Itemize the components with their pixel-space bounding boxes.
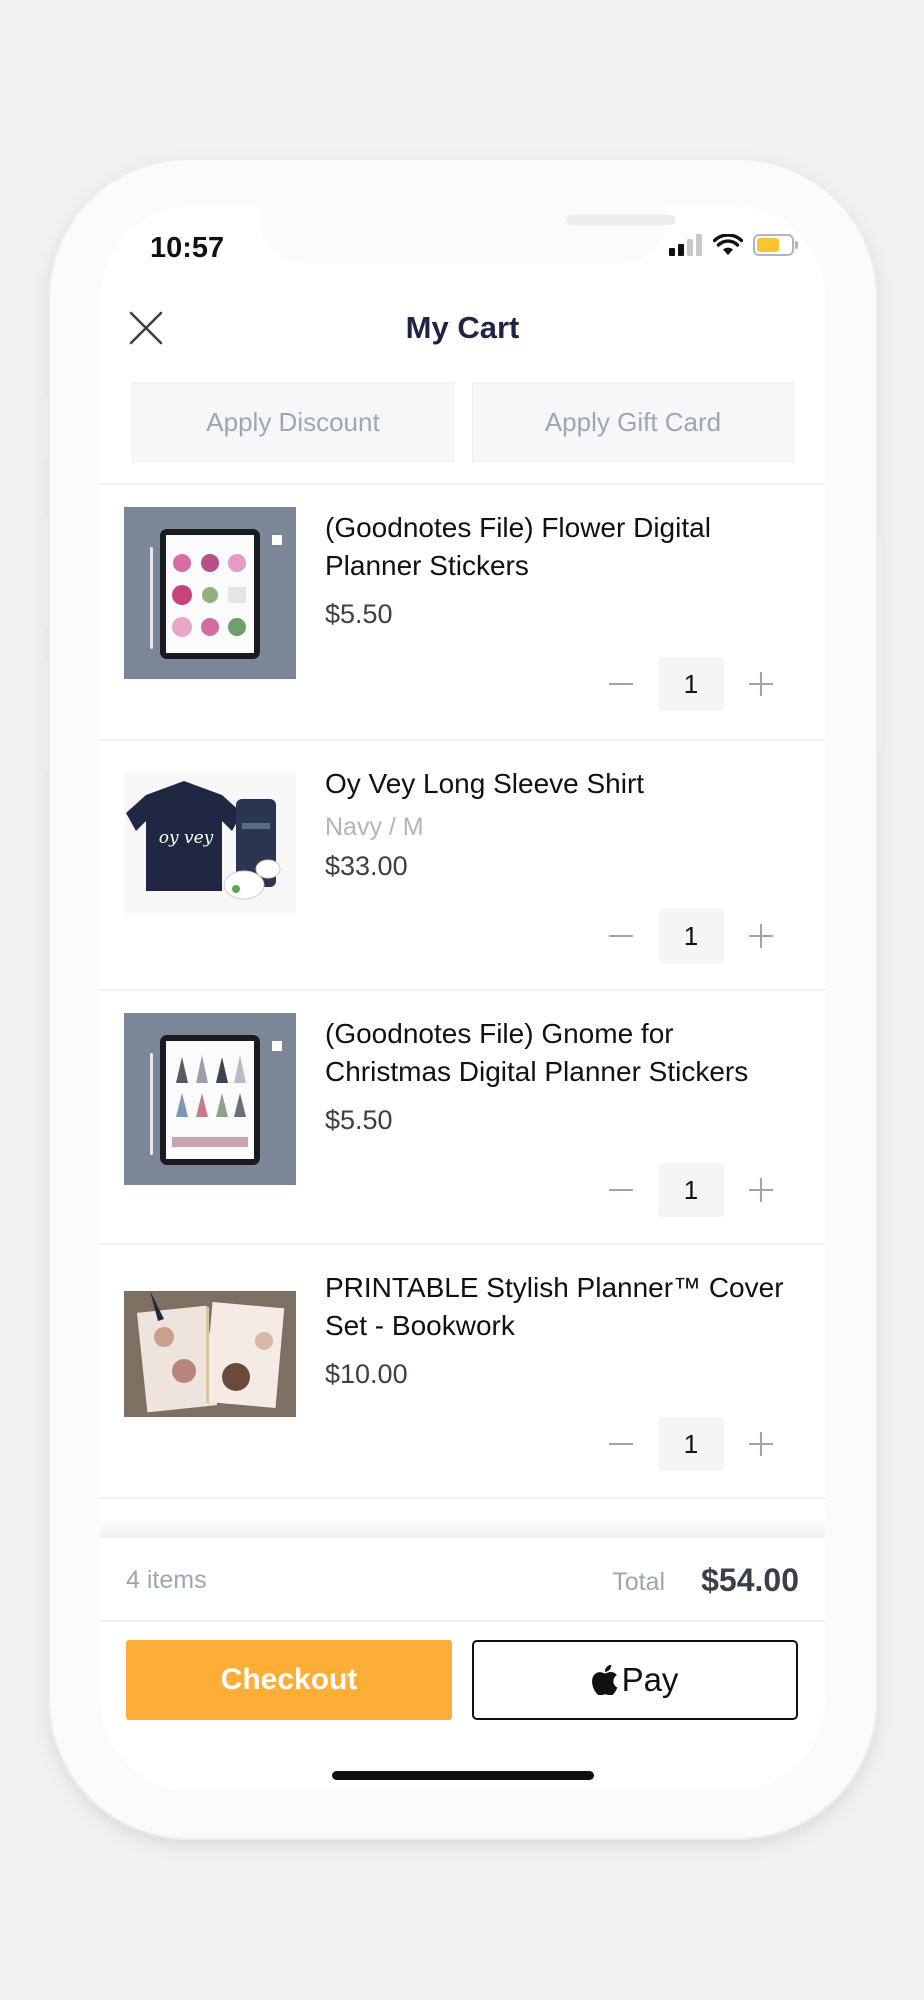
item-price: $5.50 xyxy=(325,599,393,629)
svg-text:oy vey: oy vey xyxy=(159,828,214,848)
cart-item-list: (Goodnotes File) Flower Digital Planner … xyxy=(100,483,825,1499)
quantity-stepper: 1 xyxy=(606,657,776,711)
quantity-stepper: 1 xyxy=(606,1417,776,1471)
phone-side-button xyxy=(876,536,882,752)
quantity-value[interactable]: 1 xyxy=(658,1417,724,1471)
cart-footer: 4 items Total $54.00 Checkout Pay xyxy=(100,1536,825,1791)
footer-shadow xyxy=(100,1516,825,1536)
increase-quantity-button[interactable] xyxy=(746,1429,776,1459)
battery-icon xyxy=(753,234,798,256)
item-name[interactable]: (Goodnotes File) Gnome for Christmas Dig… xyxy=(325,1015,807,1091)
product-image[interactable] xyxy=(124,1291,296,1417)
phone-side-button xyxy=(42,518,48,628)
quantity-value[interactable]: 1 xyxy=(658,1163,724,1217)
apply-discount-button[interactable]: Apply Discount xyxy=(132,382,454,462)
product-image[interactable] xyxy=(124,507,296,679)
wifi-icon xyxy=(713,234,743,255)
decrease-quantity-button[interactable] xyxy=(606,1175,636,1205)
quantity-stepper: 1 xyxy=(606,1163,776,1217)
decrease-quantity-button[interactable] xyxy=(606,669,636,699)
quantity-stepper: 1 xyxy=(606,909,776,963)
status-icons xyxy=(669,234,799,256)
app-screen: 10:57 My Cart Apply Discount Apply Gift … xyxy=(100,206,825,1791)
item-price: $5.50 xyxy=(325,1105,393,1135)
phone-side-button xyxy=(42,660,48,770)
planner-tablet-image xyxy=(150,529,282,659)
increase-quantity-button[interactable] xyxy=(746,1175,776,1205)
items-count: 4 items xyxy=(126,1566,207,1594)
apple-pay-label: Pay xyxy=(621,1661,679,1698)
item-price: $33.00 xyxy=(325,851,408,881)
item-name[interactable]: (Goodnotes File) Flower Digital Planner … xyxy=(325,509,807,585)
increase-quantity-button[interactable] xyxy=(746,669,776,699)
speaker xyxy=(566,215,676,225)
increase-quantity-button[interactable] xyxy=(746,921,776,951)
cart-item: PRINTABLE Stylish Planner™ Cover Set - B… xyxy=(100,1245,825,1497)
total-label: Total xyxy=(612,1568,665,1596)
cart-item: (Goodnotes File) Gnome for Christmas Dig… xyxy=(100,991,825,1243)
quantity-value[interactable]: 1 xyxy=(658,657,724,711)
status-time: 10:57 xyxy=(150,232,225,264)
apple-icon xyxy=(591,1665,617,1695)
decrease-quantity-button[interactable] xyxy=(606,921,636,951)
shirt-image: oy vey xyxy=(124,773,296,913)
item-price: $10.00 xyxy=(325,1359,408,1389)
product-image[interactable]: oy vey xyxy=(124,773,296,913)
notch xyxy=(260,206,676,264)
quantity-value[interactable]: 1 xyxy=(658,909,724,963)
home-indicator xyxy=(332,1771,594,1780)
item-name[interactable]: Oy Vey Long Sleeve Shirt xyxy=(325,765,807,803)
item-variant: Navy / M xyxy=(325,813,424,841)
total-value: $54.00 xyxy=(701,1562,799,1598)
divider xyxy=(100,1497,825,1499)
phone-side-button xyxy=(42,396,48,462)
divider xyxy=(100,1620,825,1622)
page-title: My Cart xyxy=(405,310,520,345)
checkout-button[interactable]: Checkout xyxy=(126,1640,452,1720)
item-name[interactable]: PRINTABLE Stylish Planner™ Cover Set - B… xyxy=(325,1269,807,1345)
planner-tablet-image xyxy=(150,1035,282,1165)
decrease-quantity-button[interactable] xyxy=(606,1429,636,1459)
planner-cover-image xyxy=(124,1291,296,1417)
apple-pay-button[interactable]: Pay xyxy=(472,1640,798,1720)
apply-gift-card-button[interactable]: Apply Gift Card xyxy=(472,382,794,462)
cart-item: (Goodnotes File) Flower Digital Planner … xyxy=(100,485,825,739)
cart-item: oy vey Oy Vey Long Sleeve Shirt Navy / M… xyxy=(100,741,825,989)
product-image[interactable] xyxy=(124,1013,296,1185)
signal-icon xyxy=(669,234,702,256)
